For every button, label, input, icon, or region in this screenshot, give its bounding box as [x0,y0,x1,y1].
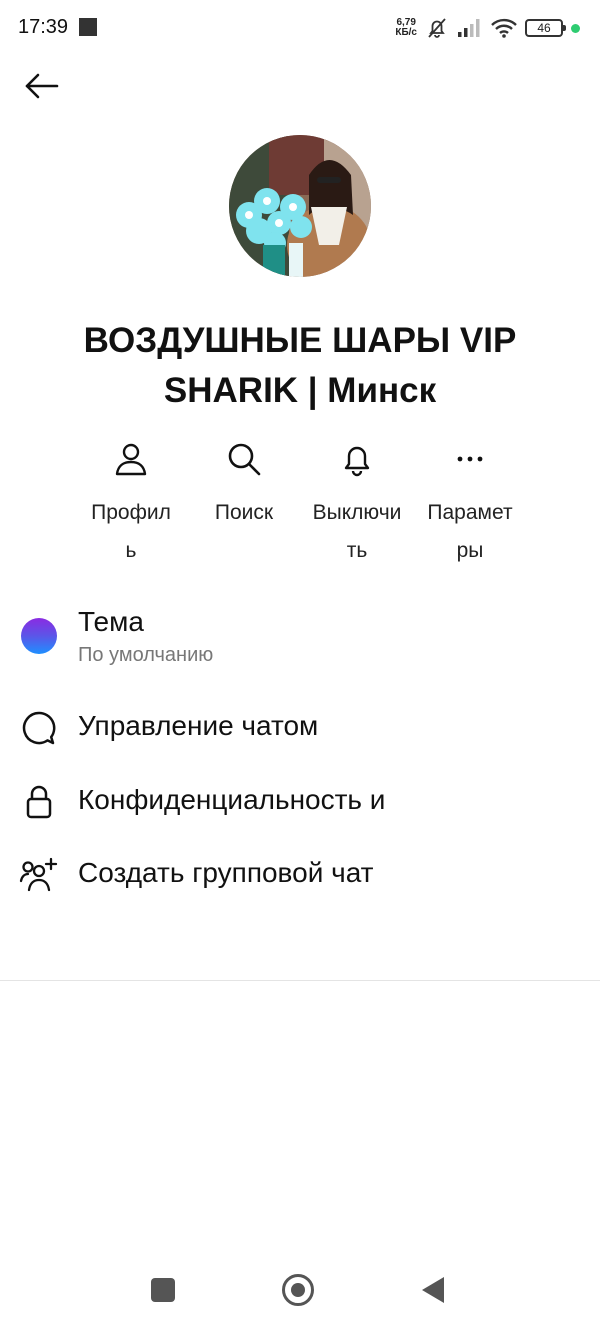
menu-chat-management[interactable]: Управление чатом [0,710,600,746]
menu-create-group[interactable]: Создать групповой чат [0,857,600,893]
search-button[interactable]: Поиск [189,436,299,532]
more-icon [457,456,483,462]
wifi-icon [491,18,517,38]
action-row: Профиль Поиск Выключить Параметры [76,436,526,576]
system-nav-bar [0,1243,600,1333]
privacy-dot-icon [571,23,580,33]
avatar[interactable] [229,135,371,277]
search-icon [228,443,261,476]
avatar-photo [229,135,371,277]
chat-bubble-icon [22,711,56,745]
status-indicators: 6,79 КБ/с 46 [395,14,580,42]
signal-icon [458,19,480,37]
system-back-button[interactable] [422,1277,444,1303]
menu-privacy[interactable]: Конфиденциальность и [0,784,600,820]
profile-button[interactable]: Профиль [76,436,186,570]
divider [0,980,600,981]
profile-label: Профиль [91,501,171,562]
notification-square-icon [79,18,97,36]
theme-label: Тема [78,606,144,637]
mute-label: Выключить [312,501,402,562]
recents-button[interactable] [151,1278,175,1302]
bell-icon [344,446,370,477]
theme-value: По умолчанию [78,644,214,666]
network-speed-unit: КБ/с [395,27,417,38]
back-button[interactable] [22,66,62,106]
lock-icon [26,785,52,819]
network-speed: 6,79 КБ/с [395,18,417,38]
add-group-icon [19,857,58,892]
arrow-left-icon [25,73,59,99]
person-icon [115,443,147,476]
menu-theme[interactable]: Тема По умолчанию [0,606,600,667]
status-bar: 17:39 6,79 КБ/с 46 [0,0,600,56]
options-button[interactable]: Параметры [415,436,525,570]
mute-bell-icon [428,18,446,38]
battery-icon: 46 [525,19,566,37]
mute-button[interactable]: Выключить [302,436,412,570]
privacy-label: Конфиденциальность и [78,784,386,815]
options-label: Параметры [427,501,513,562]
home-button[interactable] [282,1274,314,1306]
theme-color-icon [21,618,57,654]
page-title: ВОЗДУШНЫЕ ШАРЫ VIP SHARIK | Минск [83,321,517,410]
search-label: Поиск [214,501,274,524]
status-time: 17:39 [18,16,69,38]
create-group-label: Создать групповой чат [78,857,374,888]
chat-management-label: Управление чатом [78,710,319,741]
